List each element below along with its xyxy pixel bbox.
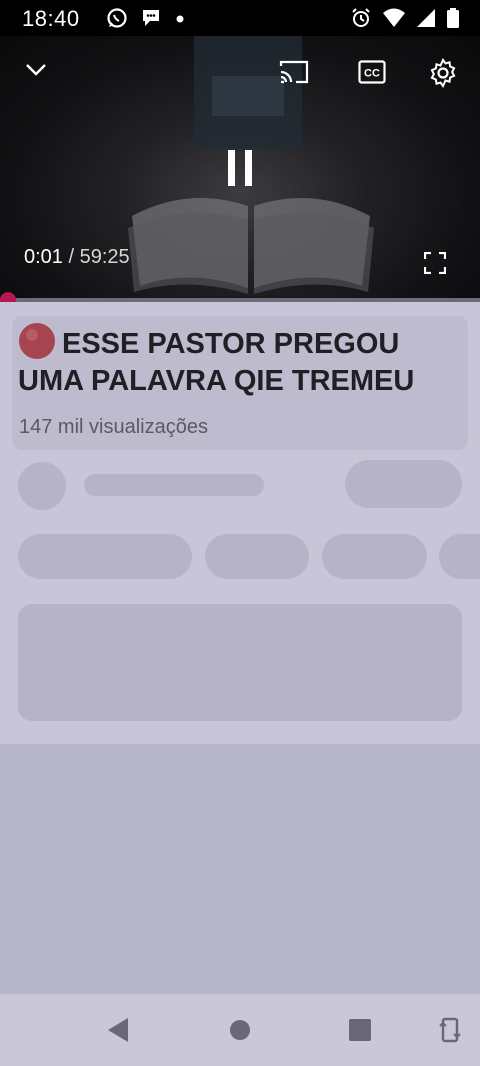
subscribe-button-placeholder [345, 460, 462, 508]
channel-avatar-placeholder [18, 462, 66, 510]
wifi-icon [382, 7, 406, 34]
video-player[interactable]: CC 0:01 / 59:25 [0, 36, 480, 300]
rotate-icon[interactable] [432, 1012, 468, 1048]
current-time: 0:01 [24, 246, 63, 268]
settings-gear-icon[interactable] [426, 56, 460, 90]
system-navigation-bar [0, 994, 480, 1066]
whatsapp-icon [106, 7, 128, 34]
red-circle-emoji-icon [18, 322, 56, 360]
time-readout: 0:01 / 59:25 [24, 246, 130, 269]
home-icon[interactable] [222, 1012, 258, 1048]
back-icon[interactable] [100, 1012, 136, 1048]
content-loading-area [0, 744, 480, 994]
action-chip-placeholder [439, 534, 480, 579]
pause-icon[interactable] [222, 148, 258, 188]
action-chip-placeholder [322, 534, 427, 579]
chat-bubble-icon [140, 7, 162, 34]
description-placeholder [18, 604, 462, 721]
video-title[interactable]: ESSE PASTOR PREGOU UMA PALAVRA QIE TREME… [18, 322, 458, 400]
recents-icon[interactable] [342, 1012, 378, 1048]
cast-icon[interactable] [276, 56, 312, 88]
video-info-panel: ESSE PASTOR PREGOU UMA PALAVRA QIE TREME… [0, 302, 480, 744]
svg-text:CC: CC [364, 68, 380, 80]
duration: 59:25 [79, 246, 130, 268]
signal-icon [416, 7, 436, 34]
time-separator: / [68, 246, 75, 268]
captions-icon[interactable]: CC [356, 56, 388, 88]
collapse-chevron-icon[interactable] [20, 54, 52, 86]
fullscreen-icon[interactable] [420, 248, 450, 278]
battery-icon [446, 7, 460, 34]
status-bar: 18:40 [0, 0, 480, 36]
status-time: 18:40 [22, 6, 80, 31]
dot-icon [174, 12, 186, 30]
view-count: 147 mil visualizações [19, 416, 208, 438]
action-chip-placeholder [205, 534, 309, 579]
action-chip-placeholder [18, 534, 192, 579]
alarm-icon [350, 7, 372, 34]
channel-name-placeholder [84, 474, 264, 496]
video-title-text: ESSE PASTOR PREGOU UMA PALAVRA QIE TREME… [18, 328, 415, 397]
